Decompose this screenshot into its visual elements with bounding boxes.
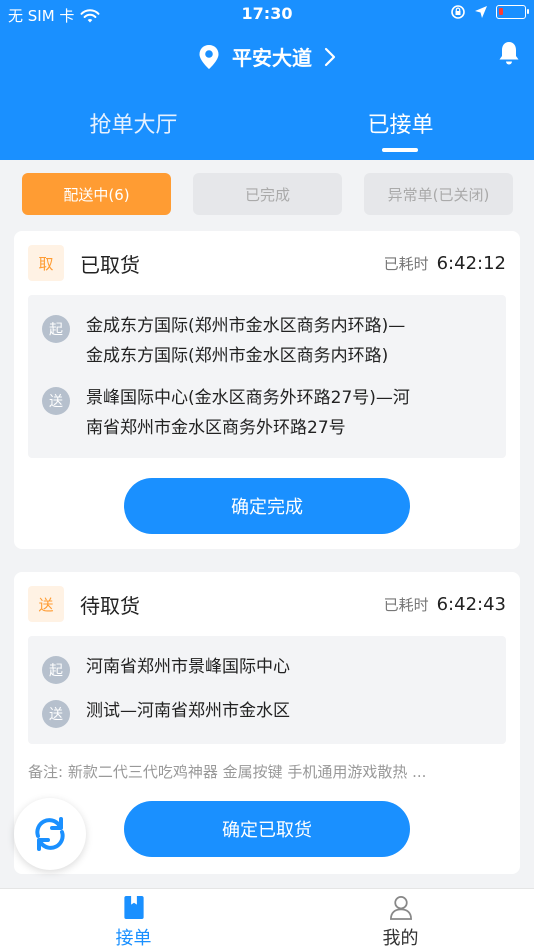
confirm-complete-button[interactable]: 确定完成 (124, 478, 410, 534)
tab-accepted[interactable]: 已接单 (267, 107, 534, 139)
order-book-icon (123, 895, 144, 920)
bell-icon[interactable] (498, 40, 520, 66)
order-tag: 取 (28, 245, 64, 281)
refresh-button[interactable] (14, 798, 86, 870)
order-tag: 送 (28, 586, 64, 622)
filter-abnormal[interactable]: 异常单(已关闭) (364, 173, 513, 215)
filter-delivering[interactable]: 配送中(6) (22, 173, 171, 215)
nav-orders-label: 接单 (115, 928, 152, 949)
pickup-address: 起 金成东方国际(郑州市金水区商务内环路)— 金成东方国际(郑州市金水区商务内环… (42, 311, 492, 371)
address-box: 起 河南省郑州市景峰国际中心 送 测试—河南省郑州市金水区 (28, 636, 506, 744)
order-card: 取 已取货 已耗时 6:42:12 起 金成东方国际(郑州市金水区商务内环路)—… (14, 231, 520, 549)
chevron-right-icon (324, 47, 336, 66)
delivery-icon: 送 (42, 700, 70, 728)
delivery-address-line: 南省郑州市金水区商务外环路27号 (86, 418, 346, 438)
pickup-icon: 起 (42, 656, 70, 684)
nav-orders[interactable]: 接单 (0, 889, 267, 950)
elapsed-time: 6:42:43 (436, 593, 506, 615)
location-selector[interactable]: 平安大道 (0, 42, 534, 71)
elapsed-label: 已耗时 (383, 254, 429, 273)
delivery-address-line: 景峰国际中心(金水区商务外环路27号)—河 (86, 388, 410, 408)
delivery-address: 送 景峰国际中心(金水区商务外环路27号)—河 南省郑州市金水区商务外环路27号 (42, 383, 492, 443)
filter-completed[interactable]: 已完成 (193, 173, 342, 215)
delivery-icon: 送 (42, 387, 70, 415)
app-header: 无 SIM 卡 17:30 平安大道 抢单大厅 已接单 (0, 0, 534, 160)
map-pin-icon (199, 44, 219, 69)
order-status: 已取货 (80, 252, 140, 277)
tab-order-hall[interactable]: 抢单大厅 (0, 107, 267, 139)
order-status: 待取货 (80, 593, 140, 618)
confirm-pickup-button[interactable]: 确定已取货 (124, 801, 410, 857)
pickup-address-line: 金成东方国际(郑州市金水区商务内环路)— (86, 316, 406, 336)
location-name: 平安大道 (232, 46, 312, 70)
battery-icon (496, 5, 529, 19)
bottom-nav: 接单 我的 (0, 888, 534, 950)
delivery-address-line: 测试—河南省郑州市金水区 (86, 701, 290, 721)
pickup-address-line: 河南省郑州市景峰国际中心 (86, 657, 290, 677)
elapsed-label: 已耗时 (383, 595, 429, 614)
elapsed-time: 6:42:12 (436, 252, 506, 274)
pickup-address: 起 河南省郑州市景峰国际中心 (42, 652, 492, 684)
nav-profile-label: 我的 (382, 928, 419, 949)
pickup-icon: 起 (42, 315, 70, 343)
location-arrow-icon (475, 6, 487, 18)
delivery-address: 送 测试—河南省郑州市金水区 (42, 696, 492, 728)
user-icon (389, 896, 412, 920)
status-bar: 无 SIM 卡 17:30 (0, 0, 534, 30)
tab-bar: 抢单大厅 已接单 (0, 95, 534, 160)
order-card: 送 待取货 已耗时 6:42:43 起 河南省郑州市景峰国际中心 送 测试—河南… (14, 572, 520, 874)
orientation-lock-icon (451, 5, 465, 19)
address-box: 起 金成东方国际(郑州市金水区商务内环路)— 金成东方国际(郑州市金水区商务内环… (28, 295, 506, 458)
nav-profile[interactable]: 我的 (267, 889, 534, 950)
pickup-address-line: 金成东方国际(郑州市金水区商务内环路) (86, 346, 389, 366)
filter-bar: 配送中(6) 已完成 异常单(已关闭) (22, 173, 513, 215)
refresh-icon (35, 817, 65, 851)
active-tab-indicator (382, 148, 418, 152)
order-remark: 备注: 新款二代三代吃鸡神器 金属按键 手机通用游戏散热 ... (28, 763, 427, 781)
